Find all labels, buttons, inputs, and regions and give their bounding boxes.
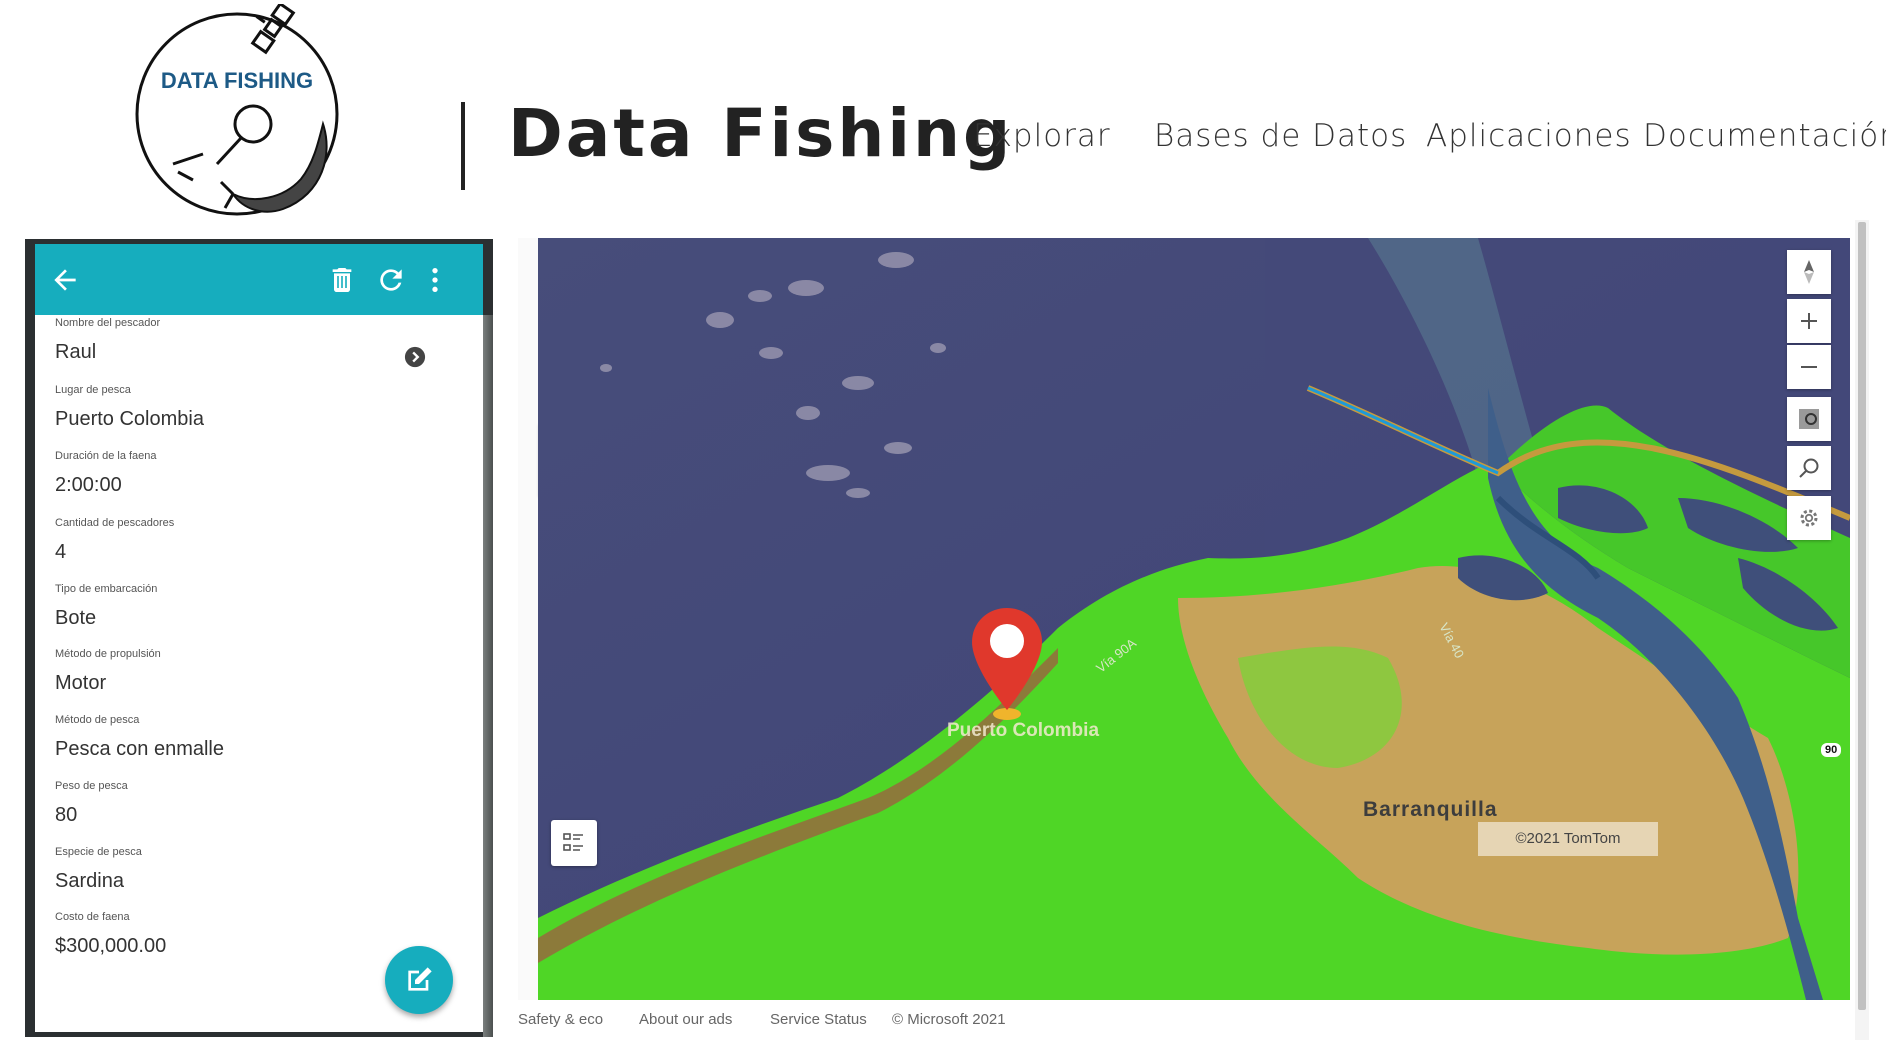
field-metodo-propulsion: Método de propulsión Motor (55, 647, 161, 695)
field-value: 2:00:00 (55, 474, 122, 496)
mobile-app-screenshot: Nombre del pescador Raul Lugar de pesca … (25, 239, 493, 1037)
field-label: Nombre del pescador (55, 317, 161, 329)
map-footer: Safety & eco About our ads Service Statu… (518, 1000, 1855, 1038)
map-label-puerto-colombia: Puerto Colombia (947, 720, 1100, 741)
field-label: Costo de faena (55, 911, 130, 923)
locate-icon (1799, 409, 1819, 429)
field-especie-pesca: Especie de pesca Sardina (55, 845, 142, 893)
field-value: Puerto Colombia (55, 408, 204, 430)
field-label: Cantidad de pescadores (55, 517, 175, 529)
scrollbar-thumb[interactable] (1858, 222, 1866, 1010)
field-label: Especie de pesca (55, 846, 142, 858)
magnifier-icon (215, 104, 273, 166)
trash-icon[interactable] (326, 264, 358, 296)
legend-button[interactable] (551, 820, 597, 866)
field-value: Bote (55, 607, 97, 629)
highway-shield: 90 (1821, 743, 1842, 757)
field-label: Duración de la faena (55, 450, 157, 462)
field-value: Sardina (55, 870, 124, 892)
minus-icon (1801, 366, 1817, 368)
data-fishing-logo[interactable]: DATA FISHING (133, 4, 341, 216)
map-label-barranquilla: Barranquilla (1363, 798, 1498, 821)
search-icon (1799, 458, 1819, 478)
field-nombre-pescador[interactable]: Nombre del pescador Raul (55, 316, 160, 364)
nav-aplicaciones[interactable]: Aplicaciones (1426, 118, 1632, 154)
gear-icon (1800, 509, 1818, 527)
map-copyright: ©2021 TomTom (1478, 822, 1658, 856)
title-divider (461, 102, 465, 190)
nav-explorar[interactable]: Explorar (973, 118, 1111, 154)
compass-icon (1804, 260, 1814, 284)
field-label: Tipo de embarcación (55, 583, 158, 595)
field-value: 4 (55, 541, 67, 563)
field-value: Raul (55, 341, 97, 363)
field-lugar-pesca: Lugar de pesca Puerto Colombia (55, 383, 204, 431)
record-detail-screen: Nombre del pescador Raul Lugar de pesca … (35, 244, 483, 1032)
field-peso-pesca: Peso de pesca 80 (55, 779, 128, 827)
field-value: Pesca con enmalle (55, 738, 224, 760)
field-tipo-embarcacion: Tipo de embarcación Bote (55, 582, 157, 630)
field-label: Método de pesca (55, 714, 140, 726)
refresh-icon[interactable] (375, 264, 407, 296)
nav-bases-de-datos[interactable]: Bases de Datos (1154, 118, 1407, 154)
footer-link-safety[interactable]: Safety & eco (518, 1011, 603, 1028)
chevron-right-circle-icon[interactable] (404, 346, 426, 368)
zoom-out-button[interactable] (1787, 345, 1831, 389)
plus-icon (1801, 313, 1817, 329)
app-bar (35, 244, 483, 315)
edit-icon (408, 967, 432, 991)
search-map-button[interactable] (1787, 446, 1831, 490)
field-duracion-faena: Duración de la faena 2:00:00 (55, 449, 157, 497)
phone-side-edge (483, 315, 493, 1037)
location-button[interactable] (1787, 397, 1831, 441)
field-costo-faena: Costo de faena $300,000.00 (55, 910, 166, 958)
field-metodo-pesca: Método de pesca Pesca con enmalle (55, 713, 224, 761)
satellite-map[interactable]: Puerto Colombia Barranquilla Vía 90A Vía… (538, 238, 1850, 1000)
map-imagery (538, 238, 1850, 1000)
field-value: Motor (55, 672, 107, 694)
side-panel-edge (518, 238, 539, 1010)
edit-fab-button[interactable] (385, 946, 453, 1014)
field-label: Lugar de pesca (55, 384, 131, 396)
compass-button[interactable] (1787, 250, 1831, 294)
nav-documentacion[interactable]: Documentación (1643, 118, 1886, 154)
legend-list-icon (563, 833, 583, 851)
field-value: $300,000.00 (55, 935, 167, 957)
footer-copyright: © Microsoft 2021 (892, 1011, 1006, 1028)
field-label: Método de propulsión (55, 648, 161, 660)
vertical-scrollbar[interactable] (1855, 220, 1869, 1040)
location-marker-icon[interactable] (972, 608, 1042, 722)
site-title: Data Fishing (508, 95, 1014, 172)
field-value: 80 (55, 804, 78, 826)
map-viewer: Puerto Colombia Barranquilla Vía 90A Vía… (518, 220, 1869, 1040)
back-arrow-icon[interactable] (49, 264, 81, 296)
logo-text: DATA FISHING (161, 68, 313, 93)
map-settings-button[interactable] (1787, 496, 1831, 540)
zoom-in-button[interactable] (1787, 299, 1831, 343)
more-vert-icon[interactable] (419, 264, 451, 296)
footer-link-service-status[interactable]: Service Status (770, 1011, 867, 1028)
field-label: Peso de pesca (55, 780, 128, 792)
fish-icon (230, 120, 328, 213)
footer-link-about-ads[interactable]: About our ads (639, 1011, 732, 1028)
field-cantidad-pescadores: Cantidad de pescadores 4 (55, 516, 174, 564)
